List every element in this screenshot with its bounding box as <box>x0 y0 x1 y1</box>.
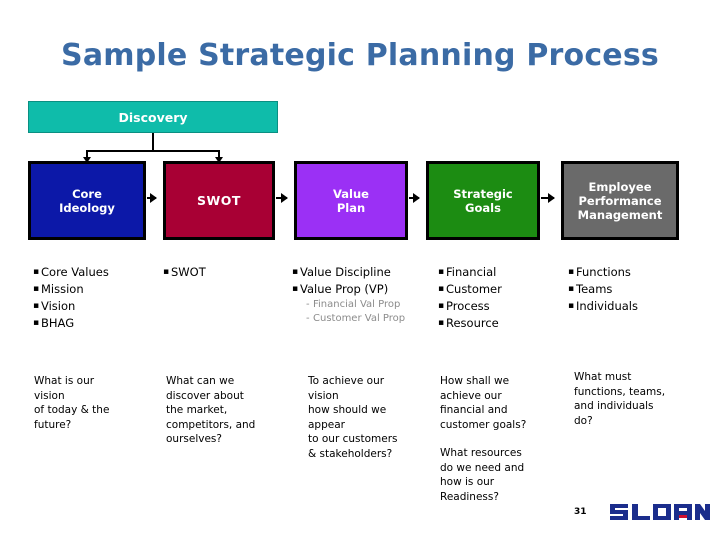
arrow-right-icon-3 <box>409 193 420 203</box>
list-item-label: BHAG <box>41 316 75 330</box>
bullet-icon: ▪ <box>292 267 299 277</box>
bullet-icon: ▪ <box>568 284 575 294</box>
column-value-plan: ▪ Value Discipline ▪ Value Prop (VP) - Fina… <box>292 264 430 326</box>
bullet-list: ▪ Functions ▪ Teams ▪ Individuals <box>568 264 688 315</box>
process-box-value-plan[interactable]: Value Plan <box>294 161 408 240</box>
question-swot: What can we discover about the market, c… <box>166 375 256 445</box>
process-box-label: Strategic Goals <box>453 186 513 215</box>
bullet-icon: ▪ <box>163 267 170 277</box>
list-item-label: Individuals <box>576 299 638 313</box>
list-item: ▪ Value Prop (VP) <box>292 281 430 298</box>
list-item: ▪ SWOT <box>163 264 283 281</box>
process-box-strategic-goals[interactable]: Strategic Goals <box>426 161 540 240</box>
page-title: Sample Strategic Planning Process <box>61 38 659 73</box>
process-box-label: Value Plan <box>333 186 369 215</box>
bullet-list: ▪ SWOT <box>163 264 283 281</box>
sub-list-item: - Customer Val Prop <box>306 312 430 326</box>
arrow-right-icon-2 <box>276 193 288 203</box>
bullet-icon: ▪ <box>568 301 575 311</box>
dash-icon: - <box>306 299 310 310</box>
column-swot: ▪ SWOT <box>163 264 283 281</box>
bullet-icon: ▪ <box>33 318 40 328</box>
list-item-label: Mission <box>41 282 84 296</box>
connector-vertical-discovery <box>152 133 154 151</box>
list-item: ▪ Individuals <box>568 298 688 315</box>
bullet-icon: ▪ <box>33 301 40 311</box>
column-strategic-goals: ▪ Financial ▪ Customer ▪ Process ▪ Resource <box>438 264 556 332</box>
bullet-icon: ▪ <box>33 284 40 294</box>
bullet-list: ▪ Financial ▪ Customer ▪ Process ▪ Resource <box>438 264 556 332</box>
process-box-label: Core Ideology <box>59 186 115 215</box>
bullet-list: ▪ Core Values ▪ Mission ▪ Vision ▪ BHAG <box>33 264 153 332</box>
list-item-label: Process <box>446 299 490 313</box>
discovery-label: Discovery <box>118 109 188 125</box>
list-item: ▪ Financial <box>438 264 556 281</box>
process-box-core-ideology[interactable]: Core Ideology <box>28 161 146 240</box>
sub-list-item-label: Financial Val Prop <box>313 299 401 310</box>
list-item-label: Value Discipline <box>300 265 391 279</box>
list-item-label: Teams <box>576 282 613 296</box>
list-item: ▪ Value Discipline <box>292 264 430 281</box>
column-employee-performance-management: ▪ Functions ▪ Teams ▪ Individuals <box>568 264 688 315</box>
sub-bullet-list: - Financial Val Prop - Customer Val Prop <box>292 298 430 326</box>
list-item: ▪ BHAG <box>33 315 153 332</box>
slide-canvas: Sample Strategic Planning Process Discov… <box>0 0 720 540</box>
list-item: ▪ Functions <box>568 264 688 281</box>
list-item: ▪ Teams <box>568 281 688 298</box>
list-item-label: Customer <box>446 282 502 296</box>
bullet-icon: ▪ <box>438 284 445 294</box>
bullet-icon: ▪ <box>438 267 445 277</box>
dash-icon: - <box>306 313 310 324</box>
arrow-right-icon-4 <box>541 193 555 203</box>
question-strategic-goals: How shall we achieve our financial and c… <box>440 375 527 431</box>
question-employee-performance: What must functions, teams, and individu… <box>574 371 666 427</box>
sloan-logo <box>608 500 712 528</box>
list-item-label: Resource <box>446 316 499 330</box>
question-value-plan: To achieve our vision how should we appe… <box>308 375 398 460</box>
bullet-icon: ▪ <box>568 267 575 277</box>
question-core-ideology: What is our vision of today & the future… <box>34 375 110 431</box>
process-box-employee-performance-management[interactable]: Employee Performance Management <box>561 161 679 240</box>
bullet-icon: ▪ <box>438 318 445 328</box>
list-item-label: SWOT <box>171 265 206 279</box>
discovery-box: Discovery <box>28 101 278 133</box>
process-box-label: SWOT <box>197 192 241 208</box>
sub-list-item: - Financial Val Prop <box>306 298 430 312</box>
list-item: ▪ Process <box>438 298 556 315</box>
process-box-label: Employee Performance Management <box>577 179 663 222</box>
list-item: ▪ Mission <box>33 281 153 298</box>
list-item: ▪ Vision <box>33 298 153 315</box>
list-item: ▪ Core Values <box>33 264 153 281</box>
bullet-list: ▪ Value Discipline ▪ Value Prop (VP) <box>292 264 430 298</box>
list-item-label: Core Values <box>41 265 109 279</box>
column-core-ideology: ▪ Core Values ▪ Mission ▪ Vision ▪ BHAG <box>33 264 153 332</box>
list-item-label: Value Prop (VP) <box>300 282 389 296</box>
list-item: ▪ Customer <box>438 281 556 298</box>
slide-number: 31 <box>574 507 587 517</box>
list-item: ▪ Resource <box>438 315 556 332</box>
list-item-label: Financial <box>446 265 497 279</box>
arrow-right-icon-1 <box>147 193 157 203</box>
sub-list-item-label: Customer Val Prop <box>313 313 406 324</box>
connector-horizontal-split <box>86 150 220 152</box>
process-box-swot[interactable]: SWOT <box>163 161 275 240</box>
list-item-label: Vision <box>41 299 76 313</box>
bullet-icon: ▪ <box>292 284 299 294</box>
list-item-label: Functions <box>576 265 631 279</box>
bullet-icon: ▪ <box>33 267 40 277</box>
bullet-icon: ▪ <box>438 301 445 311</box>
question-resources: What resources do we need and how is our… <box>440 447 525 503</box>
